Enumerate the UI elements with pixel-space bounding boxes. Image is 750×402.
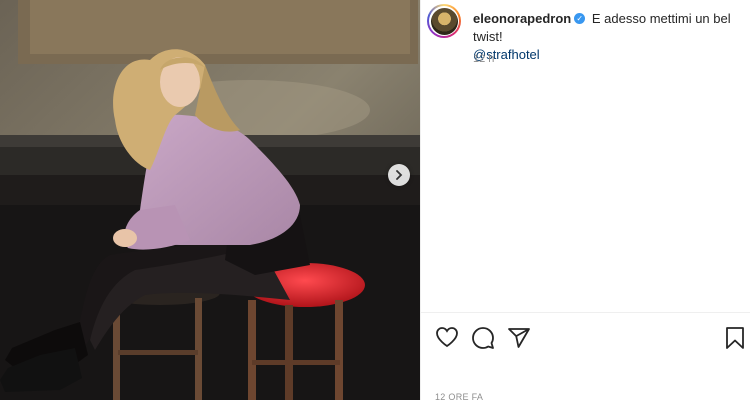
post-image	[0, 0, 420, 400]
post-details-panel: eleonorapedron ✓ E adesso mettimi un bel …	[420, 0, 750, 402]
comment-icon[interactable]	[471, 326, 495, 350]
verified-badge-icon: ✓	[574, 13, 586, 25]
post-photo[interactable]	[0, 0, 420, 400]
divider	[421, 312, 750, 313]
carousel-next-button[interactable]	[388, 164, 410, 186]
chevron-right-icon	[396, 170, 403, 180]
post-header: eleonorapedron ✓ E adesso mettimi un bel …	[427, 4, 750, 62]
bookmark-icon[interactable]	[725, 326, 745, 350]
avatar-image	[430, 7, 458, 35]
post-caption: eleonorapedron ✓ E adesso mettimi un bel …	[473, 10, 743, 62]
avatar[interactable]	[427, 4, 461, 38]
heart-icon[interactable]	[435, 326, 459, 348]
post-timestamp: 12 ORE FA	[435, 392, 484, 402]
username-link[interactable]: eleonorapedron	[473, 11, 571, 26]
send-icon[interactable]	[507, 326, 531, 350]
action-bar	[435, 326, 745, 352]
comment-timestamp: 12 h	[473, 53, 495, 65]
